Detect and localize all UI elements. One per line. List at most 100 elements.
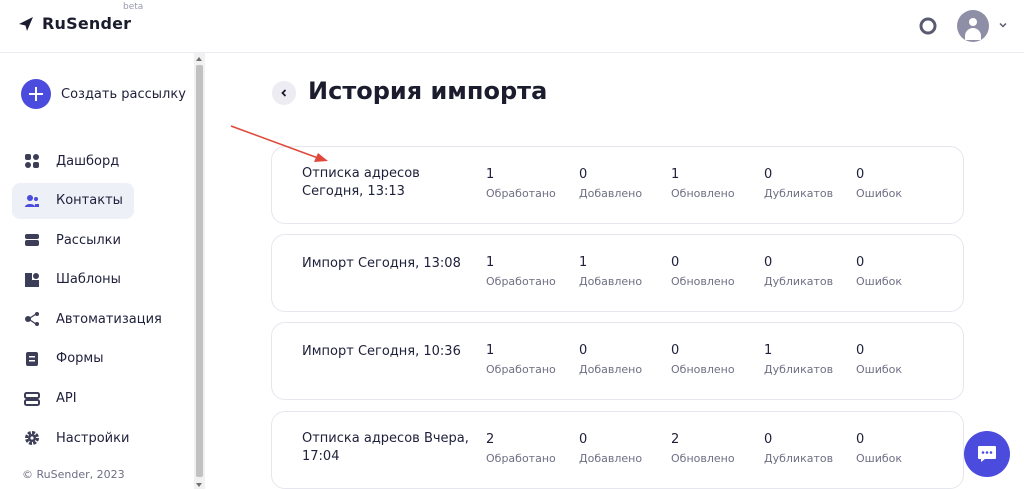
stat-updated: 0 Обновлено: [671, 255, 735, 288]
stat-label: Обработано: [486, 187, 556, 200]
import-card[interactable]: Импорт Сегодня, 10:36 1 Обработано 0 Добав…: [271, 322, 964, 400]
back-button[interactable]: [272, 81, 296, 105]
stat-value: 0: [764, 255, 773, 270]
stat-label: Обработано: [486, 363, 556, 376]
chevron-left-icon: [281, 89, 287, 97]
sidebar-item-label: Автоматизация: [56, 311, 162, 327]
sidebar-item-label: Контакты: [56, 193, 123, 209]
stat-value: 2: [486, 432, 495, 447]
user-avatar[interactable]: [957, 10, 989, 42]
sidebar-item-label: Настройки: [56, 430, 130, 446]
contacts-icon: [25, 194, 39, 207]
import-card[interactable]: Отписка адресов Сегодня, 13:13 1 Обработа…: [271, 146, 964, 224]
stat-processed: 2 Обработано: [486, 432, 556, 465]
stat-label: Обновлено: [671, 452, 735, 465]
import-card[interactable]: Отписка адресов Вчера, 17:04 2 Обработано…: [271, 411, 964, 489]
stat-label: Обновлено: [671, 363, 735, 376]
stat-value: 0: [856, 432, 865, 447]
sidebar-item-forms[interactable]: Формы: [12, 341, 182, 377]
stat-label: Обновлено: [671, 187, 735, 200]
sidebar-item-mailings[interactable]: Рассылки: [12, 222, 182, 258]
import-title: Отписка адресов Сегодня, 13:13: [302, 166, 420, 199]
stat-label: Ошибок: [856, 187, 903, 200]
stat-duplicates: 0 Дубликатов: [764, 432, 833, 465]
stat-added: 0 Добавлено: [579, 432, 642, 465]
stat-label: Ошибок: [856, 452, 903, 465]
stat-label: Ошибок: [856, 363, 903, 376]
stat-label: Дубликатов: [764, 275, 834, 288]
top-bar: RuSender beta: [0, 0, 1024, 53]
stat-duplicates: 0 Дубликатов: [764, 167, 833, 200]
stat-label: Обработано: [486, 275, 556, 288]
stat-updated: 2 Обновлено: [671, 432, 735, 465]
sidebar: Создать рассылку Дашборд Контакты Рассыл…: [0, 53, 195, 489]
beta-label: beta: [123, 2, 144, 12]
stat-value: 1: [486, 343, 495, 358]
stat-updated: 0 Обновлено: [671, 343, 735, 376]
import-card[interactable]: Импорт Сегодня, 13:08 1 Обработано 1 Добав…: [271, 234, 964, 312]
stat-value: 1: [486, 167, 495, 182]
stat-value: 0: [579, 343, 588, 358]
chat-icon: [978, 446, 996, 462]
page-title: История импорта: [308, 77, 548, 105]
chevron-down-icon[interactable]: [997, 19, 1009, 31]
stat-errors: 0 Ошибок: [856, 432, 902, 465]
stat-value: 2: [671, 432, 680, 447]
logo-text: RuSender: [42, 14, 132, 33]
sidebar-item-automation[interactable]: Автоматизация: [12, 301, 182, 337]
forms-icon: [26, 351, 38, 366]
stat-added: 1 Добавлено: [579, 255, 642, 288]
logo[interactable]: RuSender: [18, 14, 131, 33]
stat-errors: 0 Ошибок: [856, 167, 902, 200]
sidebar-item-label: API: [56, 391, 77, 407]
stat-value: 0: [671, 343, 680, 358]
import-title: Отписка адресов Вчера, 17:04: [302, 431, 469, 464]
scroll-down-arrow[interactable]: [196, 483, 202, 487]
stat-label: Добавлено: [579, 452, 643, 465]
templates-icon: [25, 272, 39, 287]
sidebar-item-settings[interactable]: Настройки: [12, 420, 182, 456]
sidebar-scrollbar[interactable]: [194, 53, 205, 489]
stat-value: 0: [579, 167, 588, 182]
stat-value: 0: [856, 255, 865, 270]
scroll-up-arrow[interactable]: [196, 57, 202, 61]
stat-value: 0: [764, 432, 773, 447]
stat-value: 1: [764, 343, 773, 358]
stat-value: 0: [671, 255, 680, 270]
stat-label: Дубликатов: [764, 452, 834, 465]
lifebuoy-icon[interactable]: [918, 16, 938, 36]
stat-label: Дубликатов: [764, 363, 834, 376]
scroll-thumb[interactable]: [196, 65, 203, 477]
sidebar-item-label: Рассылки: [56, 232, 121, 248]
stat-duplicates: 1 Дубликатов: [764, 343, 833, 376]
sidebar-item-label: Формы: [56, 351, 104, 367]
stat-value: 1: [671, 167, 680, 182]
stat-label: Добавлено: [579, 363, 643, 376]
stat-label: Ошибок: [856, 275, 903, 288]
stat-updated: 1 Обновлено: [671, 167, 735, 200]
stat-errors: 0 Ошибок: [856, 255, 902, 288]
mailings-icon: [25, 234, 39, 247]
chat-button[interactable]: [964, 431, 1010, 477]
plus-icon: [21, 79, 51, 109]
settings-icon: [25, 431, 39, 446]
stat-processed: 1 Обработано: [486, 167, 556, 200]
sidebar-item-templates[interactable]: Шаблоны: [12, 262, 182, 298]
sidebar-item-api[interactable]: API: [12, 381, 182, 417]
stat-processed: 1 Обработано: [486, 343, 556, 376]
stat-processed: 1 Обработано: [486, 255, 556, 288]
stat-label: Дубликатов: [764, 187, 834, 200]
stat-label: Обработано: [486, 452, 556, 465]
stat-value: 0: [856, 167, 865, 182]
sidebar-item-label: Дашборд: [56, 153, 120, 169]
sidebar-item-dashboard[interactable]: Дашборд: [12, 143, 182, 179]
stat-value: 0: [856, 343, 865, 358]
stat-label: Добавлено: [579, 275, 643, 288]
create-mailing-label: Создать рассылку: [61, 86, 186, 102]
stat-added: 0 Добавлено: [579, 343, 642, 376]
sidebar-item-contacts[interactable]: Контакты: [12, 182, 134, 219]
stat-added: 0 Добавлено: [579, 167, 642, 200]
stat-value: 1: [579, 255, 588, 270]
create-mailing-button[interactable]: Создать рассылку: [21, 79, 186, 109]
api-icon: [24, 391, 40, 406]
